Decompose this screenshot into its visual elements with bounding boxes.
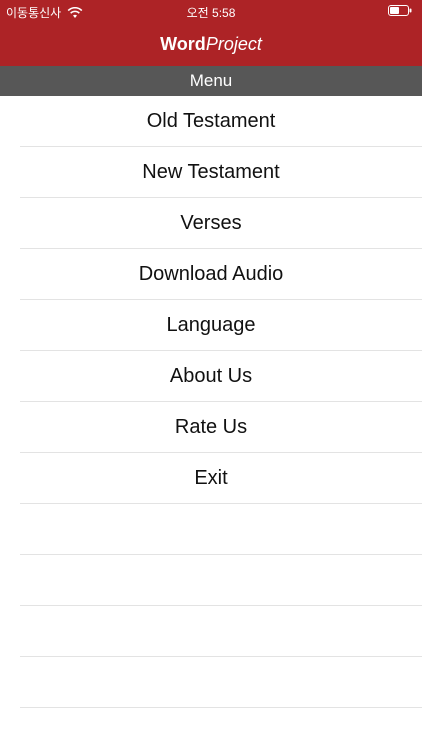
app-title-project: Project: [205, 34, 262, 54]
menu-item-download-audio[interactable]: Download Audio: [20, 249, 422, 300]
top-bar: 이동통신사 오전 5:58 WordProject: [0, 0, 422, 66]
empty-row: [20, 555, 422, 606]
menu-item-label[interactable]: About Us: [0, 351, 422, 401]
app-screen: 이동통신사 오전 5:58 WordProject Menu Old Testa…: [0, 0, 422, 750]
menu-item-exit[interactable]: Exit: [20, 453, 422, 504]
menu-item-about-us[interactable]: About Us: [20, 351, 422, 402]
menu-item-label[interactable]: Verses: [0, 198, 422, 248]
app-title-word: Word: [160, 34, 206, 54]
menu-item-new-testament[interactable]: New Testament: [20, 147, 422, 198]
battery-icon: [388, 5, 412, 16]
menu-item-verses[interactable]: Verses: [20, 198, 422, 249]
menu-header: Menu: [0, 66, 422, 96]
menu-list: Old Testament New Testament Verses Downl…: [0, 96, 422, 708]
status-time: 오전 5:58: [186, 6, 236, 20]
menu-item-label[interactable]: New Testament: [0, 147, 422, 197]
menu-item-old-testament[interactable]: Old Testament: [20, 96, 422, 147]
menu-item-label[interactable]: Download Audio: [0, 249, 422, 299]
menu-item-label[interactable]: Rate Us: [0, 402, 422, 452]
empty-row: [20, 606, 422, 657]
empty-row: [20, 657, 422, 708]
menu-item-rate-us[interactable]: Rate Us: [20, 402, 422, 453]
empty-row: [20, 504, 422, 555]
menu-item-label[interactable]: Old Testament: [0, 96, 422, 146]
menu-item-language[interactable]: Language: [20, 300, 422, 351]
app-title: WordProject: [0, 34, 422, 55]
menu-item-label[interactable]: Exit: [0, 453, 422, 503]
status-bar: 이동통신사 오전 5:58: [0, 0, 422, 22]
menu-item-label[interactable]: Language: [0, 300, 422, 350]
